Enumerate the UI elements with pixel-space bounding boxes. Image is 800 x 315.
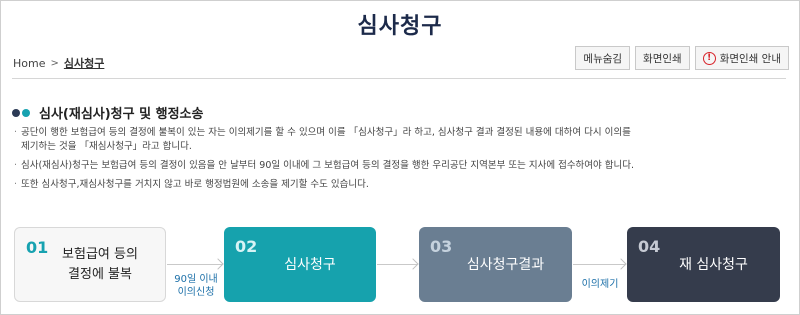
chevron-right-icon: > [50, 57, 59, 69]
step-label: 재 심사청구 [679, 256, 748, 273]
description-item-continued: 제기하는 것을 「재심사청구」라고 합니다. [21, 141, 192, 152]
section-heading: 심사(재심사)청구 및 행정소송 [12, 103, 203, 122]
breadcrumb-home[interactable]: Home [13, 57, 45, 70]
toolbar: 메뉴숨김 화면인쇄 ! 화면인쇄 안내 [575, 46, 789, 70]
print-label: 화면인쇄 [643, 52, 682, 65]
step-label: 심사청구 [284, 256, 336, 273]
arrow-right-icon [573, 264, 625, 265]
step-1: 01 보험급여 등의 결정에 불복 [14, 227, 166, 302]
section-title: 심사(재심사)청구 및 행정소송 [39, 107, 204, 122]
step-caption: 이의제기 [581, 279, 619, 290]
step-label: 보험급여 등의 결정에 불복 [62, 246, 138, 282]
arrow-right-icon [167, 264, 222, 265]
description-item: 또한 심사청구,재심사청구를 거치지 않고 바로 행정법원에 소송을 제기할 수… [14, 178, 786, 192]
arrow-right-icon [377, 264, 417, 265]
step-label: 심사청구결과 [466, 256, 545, 273]
step-4: 04 재 심사청구 [627, 227, 780, 302]
description-list: 공단이 행한 보험급여 등의 결정에 불복이 있는 자는 이의제기를 할 수 있… [14, 126, 786, 192]
exclamation-icon: ! [702, 51, 716, 65]
hide-menu-button[interactable]: 메뉴숨김 [575, 46, 631, 70]
hide-menu-label: 메뉴숨김 [583, 52, 623, 65]
breadcrumb: Home > 심사청구 [13, 55, 104, 71]
print-guide-button[interactable]: ! 화면인쇄 안내 [694, 46, 789, 70]
double-dot-icon [12, 108, 32, 117]
step-caption: 90일 이내 이의신청 [174, 274, 218, 298]
print-button[interactable]: 화면인쇄 [635, 46, 690, 70]
step-3: 03 심사청구결과 [419, 227, 572, 302]
print-guide-label: 화면인쇄 안내 [719, 52, 781, 65]
page-title: 심사청구 [357, 14, 443, 39]
divider [12, 78, 786, 79]
description-item: 심사(재심사)청구는 보험급여 등의 결정이 있음을 안 날부터 90일 이내에… [14, 159, 786, 173]
description-item: 공단이 행한 보험급여 등의 결정에 불복이 있는 자는 이의제기를 할 수 있… [14, 126, 786, 140]
breadcrumb-current[interactable]: 심사청구 [64, 55, 104, 71]
step-2: 02 심사청구 [224, 227, 376, 302]
